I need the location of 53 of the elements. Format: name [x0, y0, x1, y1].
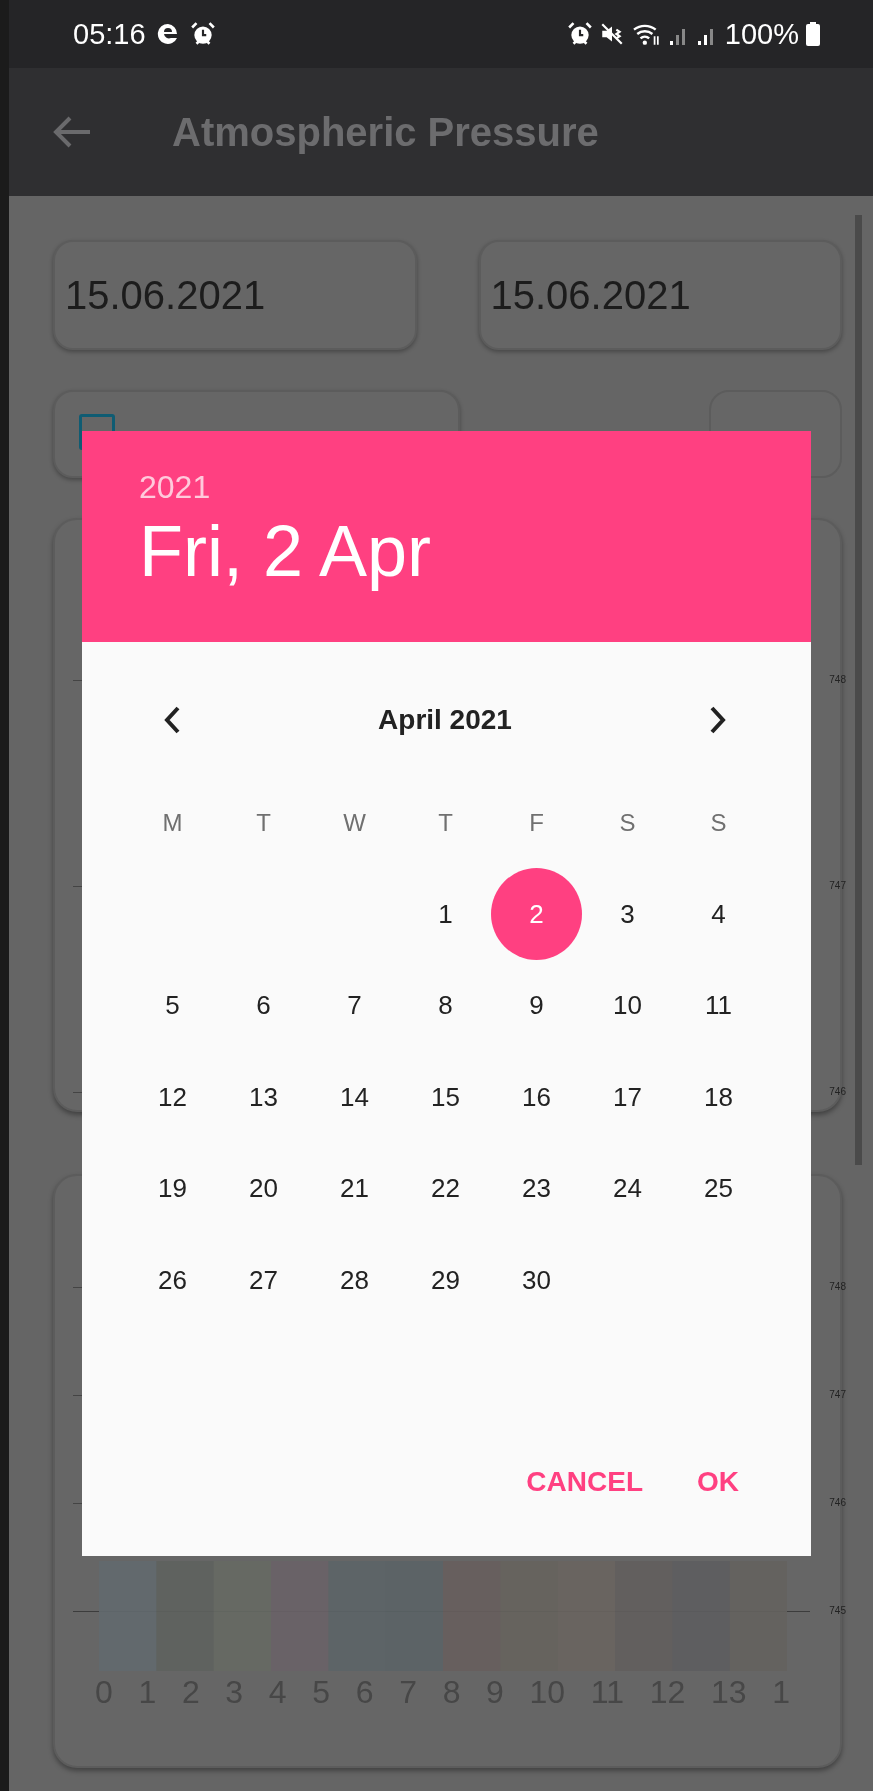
back-arrow-icon[interactable]: [52, 114, 92, 150]
status-time: 05:16: [73, 17, 146, 51]
screen-title: Atmospheric Pressure: [172, 109, 599, 155]
axis-label: 747: [829, 1389, 846, 1400]
calendar-day[interactable]: 20: [218, 1142, 309, 1235]
axis-label: 746: [829, 1497, 846, 1508]
calendar-day[interactable]: 28: [309, 1234, 400, 1327]
calendar-day[interactable]: 9: [491, 959, 582, 1052]
calendar-day[interactable]: 12: [127, 1051, 218, 1144]
calendar-day[interactable]: 25: [673, 1142, 764, 1235]
calendar-day[interactable]: 7: [309, 959, 400, 1052]
weekday-label: S: [618, 807, 637, 838]
alarm-icon: [566, 21, 593, 47]
calendar-day[interactable]: 24: [582, 1142, 673, 1235]
weekday-label: W: [342, 807, 367, 838]
month-title: April 2021: [378, 704, 512, 736]
weekday-label: M: [161, 807, 184, 838]
axis-label: 748: [829, 1281, 846, 1292]
axis-label: 746: [829, 1086, 846, 1097]
browser-icon: [155, 22, 180, 46]
calendar-day[interactable]: 15: [400, 1051, 491, 1144]
alarm-icon: [189, 21, 216, 47]
calendar-day[interactable]: 23: [491, 1142, 582, 1235]
calendar-day[interactable]: 5: [127, 959, 218, 1052]
calendar-day[interactable]: 18: [673, 1051, 764, 1144]
calendar-day[interactable]: 11: [673, 959, 764, 1052]
axis-label: 747: [829, 880, 846, 891]
calendar-day[interactable]: 27: [218, 1234, 309, 1327]
calendar-day[interactable]: 16: [491, 1051, 582, 1144]
calendar-day[interactable]: 6: [218, 959, 309, 1052]
weekday-label: S: [709, 807, 728, 838]
calendar-day[interactable]: 26: [127, 1234, 218, 1327]
calendar-day[interactable]: 10: [582, 959, 673, 1052]
calendar-day[interactable]: 3: [582, 868, 673, 961]
calendar-day[interactable]: 29: [400, 1234, 491, 1327]
calendar-day[interactable]: 17: [582, 1051, 673, 1144]
weekday-label: T: [437, 807, 454, 838]
calendar-day[interactable]: 19: [127, 1142, 218, 1235]
battery-icon: [805, 21, 821, 47]
calendar-day[interactable]: 22: [400, 1142, 491, 1235]
calendar-day[interactable]: 30: [491, 1234, 582, 1327]
axis-label: 745: [829, 1605, 846, 1616]
calendar-day[interactable]: 21: [309, 1142, 400, 1235]
selected-date: Fri, 2 Apr: [139, 510, 433, 592]
calendar-day[interactable]: 1: [400, 868, 491, 961]
weekday-label: F: [528, 807, 545, 838]
axis-label: 748: [829, 674, 846, 685]
calendar-day[interactable]: 8: [400, 959, 491, 1052]
weekday-label: T: [255, 807, 272, 838]
calendar-day[interactable]: 14: [309, 1051, 400, 1144]
calendar-day[interactable]: 13: [218, 1051, 309, 1144]
battery-level: 100%: [724, 17, 799, 51]
calendar-day[interactable]: 4: [673, 868, 764, 961]
